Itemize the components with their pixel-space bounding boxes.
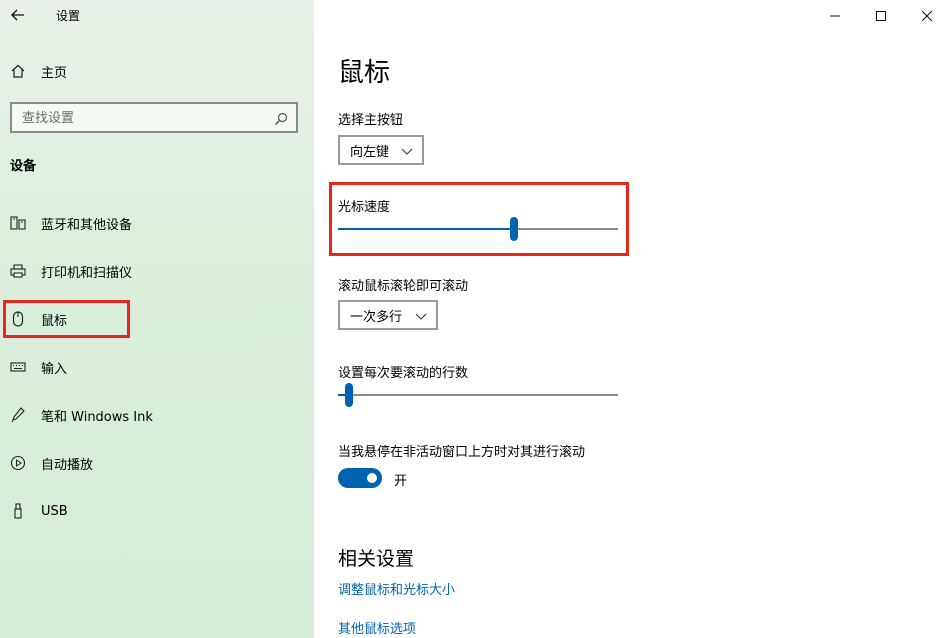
search-box[interactable] <box>10 102 298 133</box>
back-button[interactable] <box>0 0 36 30</box>
pen-icon <box>10 407 26 423</box>
home-icon <box>10 63 26 79</box>
nav-pen-label: 笔和 Windows Ink <box>41 409 153 425</box>
nav-bluetooth[interactable]: 蓝牙和其他设备 <box>0 205 314 241</box>
nav-usb-label: USB <box>41 503 68 519</box>
scroll-lines-slider[interactable] <box>338 382 618 408</box>
printer-icon <box>10 263 26 279</box>
nav-bluetooth-label: 蓝牙和其他设备 <box>41 217 133 233</box>
sidebar: 设置 主页 设备 蓝牙和其他设备 打印机和扫描仪 鼠标 输入 <box>0 0 314 638</box>
cursor-speed-highlight-box <box>329 182 629 256</box>
primary-button-label: 选择主按钮 <box>338 113 404 128</box>
nav-typing[interactable]: 输入 <box>0 349 314 385</box>
nav-home-label: 主页 <box>41 65 68 81</box>
nav-home[interactable]: 主页 <box>0 53 314 89</box>
mouse-highlight-box <box>3 300 130 338</box>
minimize-button[interactable] <box>812 0 858 30</box>
main-content: 鼠标 选择主按钮 向左键 光标速度 滚动鼠标滚轮即可滚动 一次多行 设置每次要滚… <box>314 0 950 638</box>
inactive-scroll-state: 开 <box>394 474 408 489</box>
nav-autoplay-label: 自动播放 <box>41 457 94 473</box>
autoplay-icon <box>10 455 26 471</box>
maximize-button[interactable] <box>858 0 904 30</box>
scroll-lines-label: 设置每次要滚动的行数 <box>338 366 469 381</box>
toggle-knob <box>367 473 377 483</box>
primary-button-dropdown[interactable]: 向左键 <box>338 135 424 165</box>
link-adjust-size[interactable]: 调整鼠标和光标大小 <box>338 579 455 598</box>
maximize-icon <box>876 6 886 25</box>
scroll-lines-thumb[interactable] <box>345 383 354 407</box>
nav-usb[interactable]: USB <box>0 493 314 529</box>
search-icon[interactable] <box>274 111 288 125</box>
minimize-icon <box>830 6 840 25</box>
close-icon <box>921 6 933 25</box>
page-title: 鼠标 <box>338 58 391 88</box>
usb-icon <box>10 503 26 519</box>
inactive-scroll-label: 当我悬停在非活动窗口上方时对其进行滚动 <box>338 445 586 460</box>
nav-typing-label: 输入 <box>41 361 68 377</box>
scroll-mode-value: 一次多行 <box>350 309 403 325</box>
primary-button-value: 向左键 <box>350 144 390 160</box>
app-title: 设置 <box>56 9 81 23</box>
link-more-mouse-options[interactable]: 其他鼠标选项 <box>338 618 416 637</box>
search-input[interactable] <box>22 109 262 127</box>
chevron-down-icon <box>415 310 427 320</box>
nav-pen[interactable]: 笔和 Windows Ink <box>0 397 314 433</box>
section-header: 设备 <box>10 159 37 174</box>
bluetooth-devices-icon <box>10 215 26 231</box>
close-button[interactable] <box>904 0 950 30</box>
nav-printers-label: 打印机和扫描仪 <box>41 265 133 281</box>
nav-autoplay[interactable]: 自动播放 <box>0 445 314 481</box>
scroll-lines-track <box>338 394 618 396</box>
chevron-down-icon <box>401 145 413 155</box>
scroll-mode-label: 滚动鼠标滚轮即可滚动 <box>338 279 469 294</box>
inactive-scroll-toggle[interactable] <box>338 468 382 488</box>
keyboard-icon <box>10 359 26 375</box>
nav-printers[interactable]: 打印机和扫描仪 <box>0 253 314 289</box>
scroll-mode-dropdown[interactable]: 一次多行 <box>338 300 438 330</box>
related-settings-title: 相关设置 <box>338 548 415 570</box>
back-arrow-icon <box>11 6 25 25</box>
